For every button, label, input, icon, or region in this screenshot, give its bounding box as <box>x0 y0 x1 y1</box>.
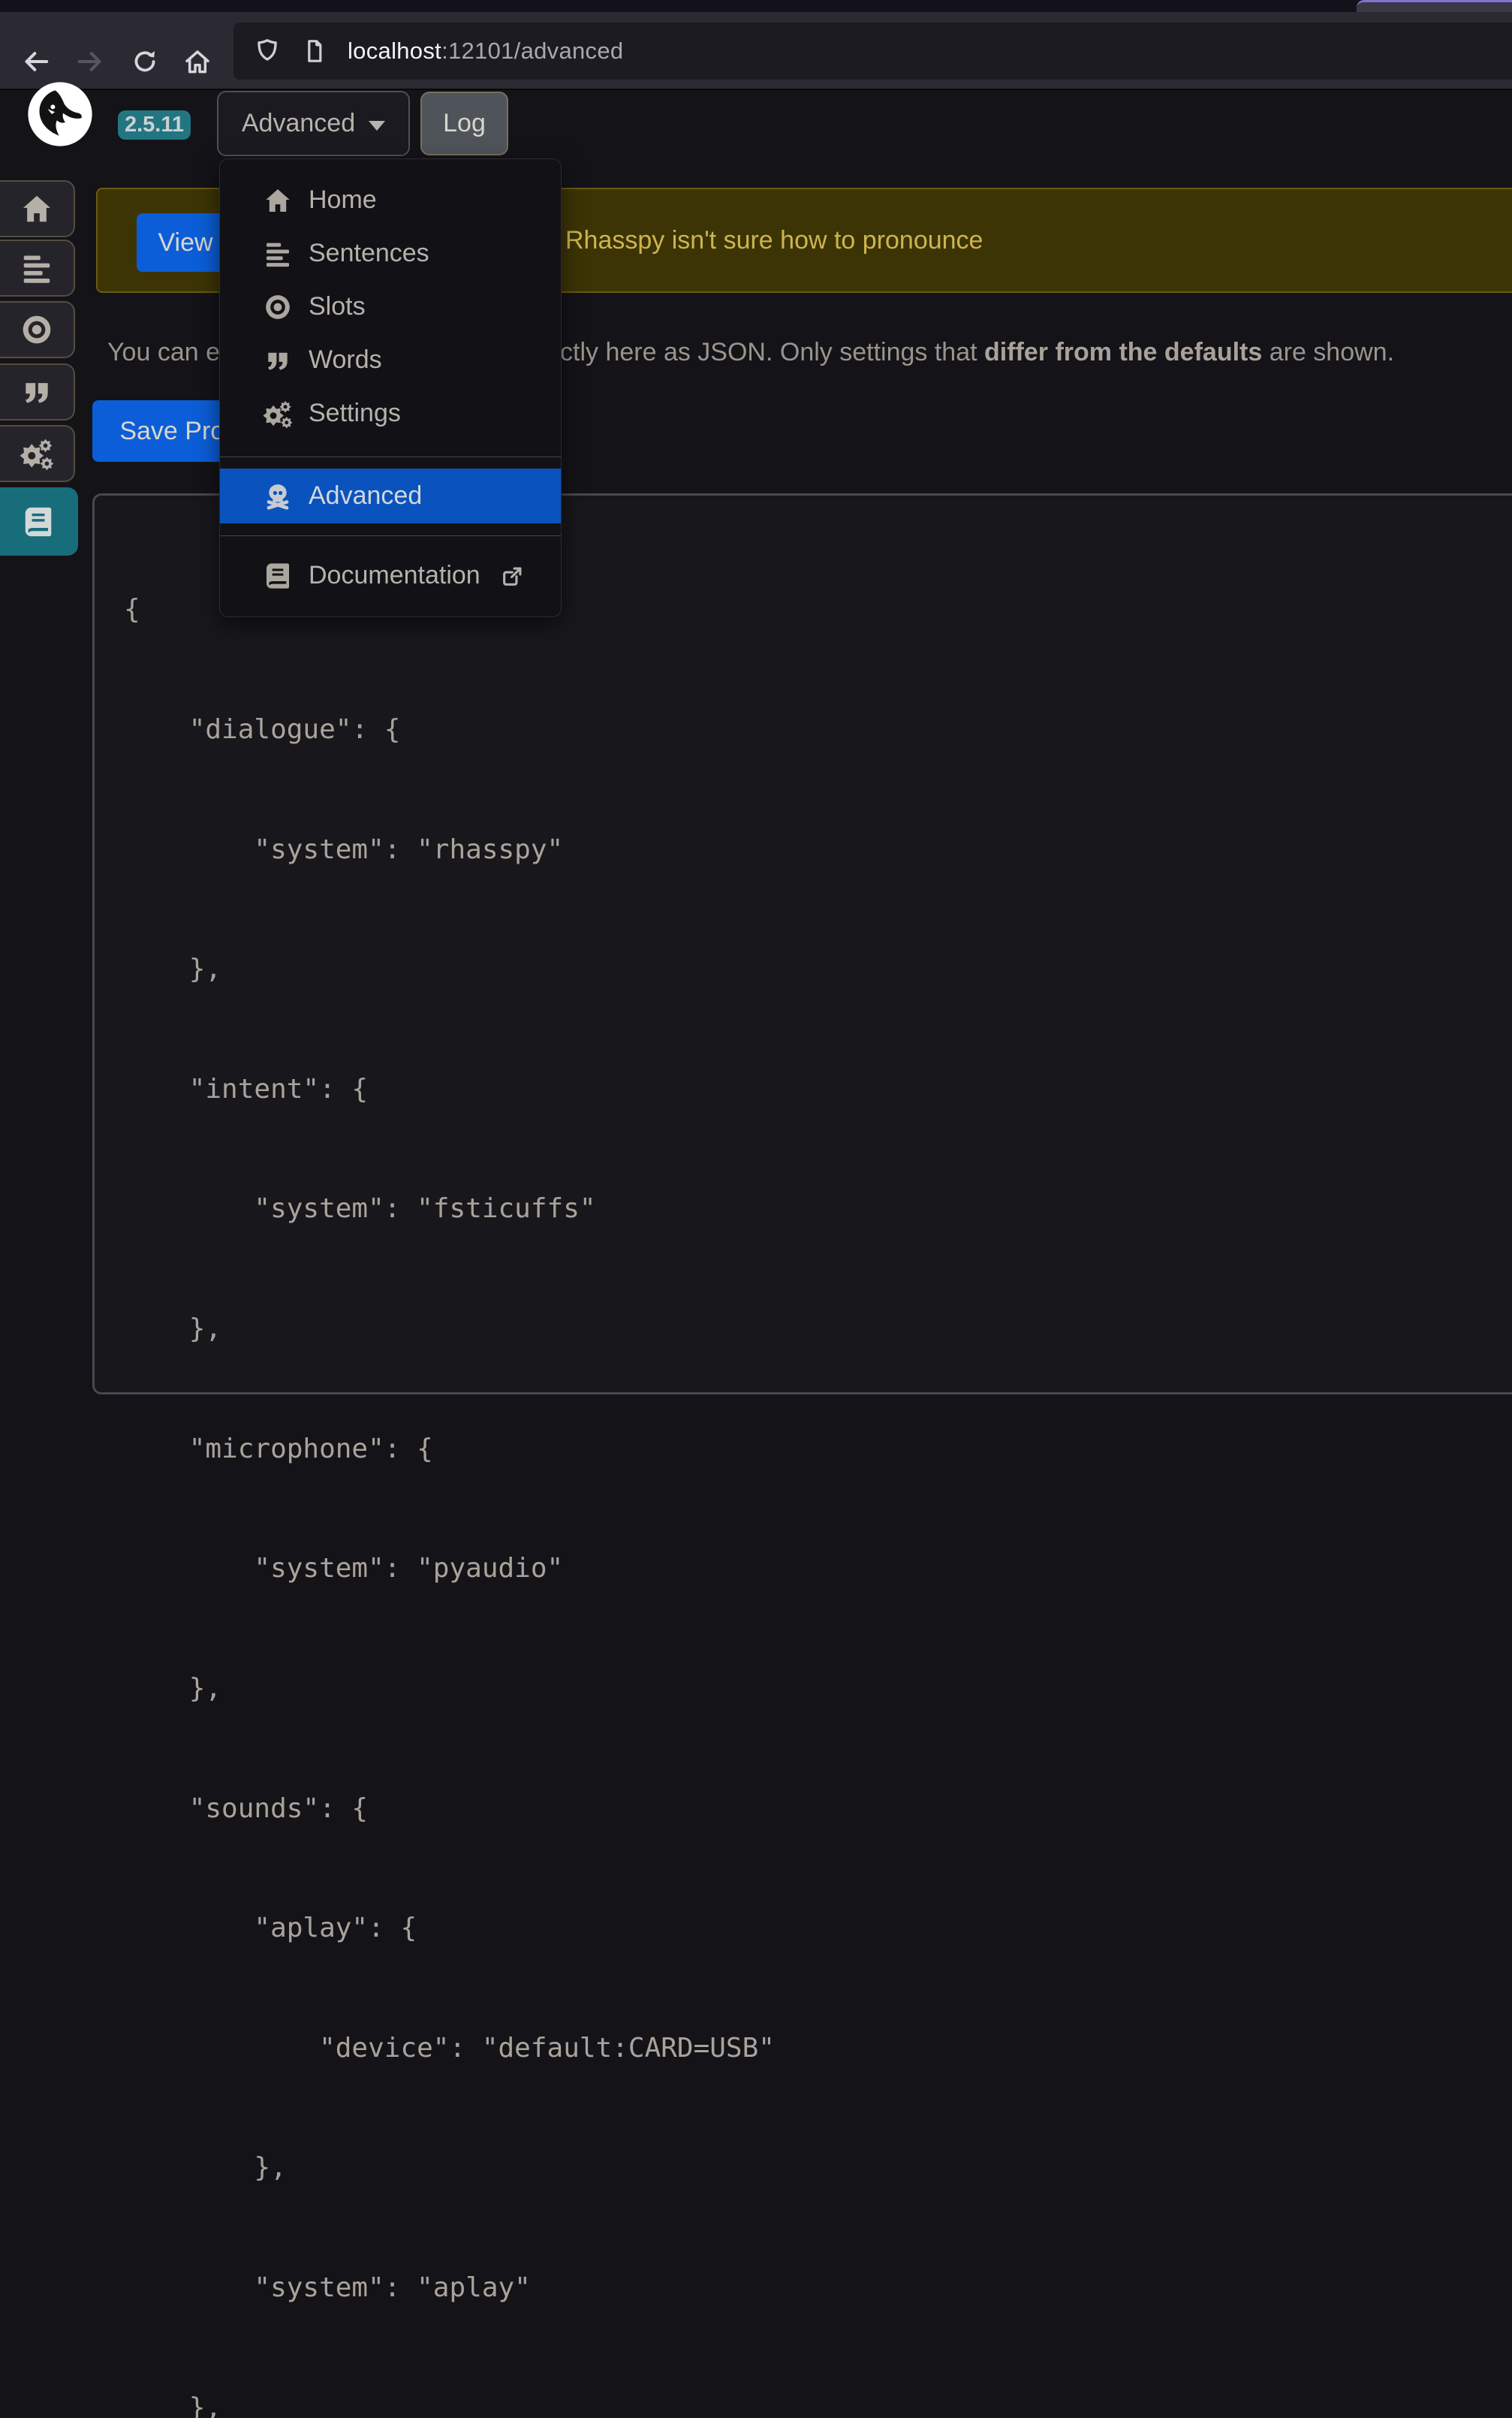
log-button[interactable]: Log <box>420 92 508 155</box>
url-host: localhost <box>348 38 441 64</box>
url-text: localhost:12101/advanced <box>348 38 623 65</box>
menu-item-slots[interactable]: Slots <box>220 280 561 333</box>
code-line: }, <box>124 2388 775 2418</box>
external-link-icon <box>500 563 526 589</box>
book-icon <box>21 505 56 539</box>
menu-item-settings[interactable]: Settings <box>220 387 561 440</box>
intro-text-bold: differ from the defaults <box>984 338 1262 366</box>
menu-item-documentation[interactable]: Documentation <box>220 549 561 602</box>
home-icon <box>182 47 212 77</box>
words-icon <box>20 375 53 409</box>
url-path: :12101/advanced <box>441 38 623 64</box>
home-button[interactable] <box>173 38 221 86</box>
slots-icon <box>262 293 294 321</box>
slots-icon <box>20 313 53 346</box>
sentences-icon <box>20 251 54 285</box>
settings-icon <box>262 398 294 430</box>
code-line: "intent": { <box>124 1069 775 1109</box>
profile-json-code: { "dialogue": { "system": "rhasspy" }, "… <box>124 510 775 2418</box>
home-icon <box>20 191 54 226</box>
sidebar-item-home[interactable] <box>0 180 75 237</box>
code-line: "system": "pyaudio" <box>124 1548 775 1588</box>
browser-active-tab[interactable] <box>1357 0 1512 12</box>
skull-icon <box>262 481 294 511</box>
forward-button[interactable] <box>66 38 114 86</box>
code-line: "system": "aplay" <box>124 2268 775 2308</box>
sidebar-item-documentation[interactable] <box>0 487 78 556</box>
sidebar-item-slots[interactable] <box>0 301 75 358</box>
version-badge: 2.5.11 <box>118 110 191 140</box>
reload-button[interactable] <box>121 38 169 86</box>
back-button[interactable] <box>12 38 60 86</box>
code-line: "system": "rhasspy" <box>124 830 775 870</box>
sentences-icon <box>262 239 294 269</box>
menu-item-advanced[interactable]: Advanced <box>220 469 561 523</box>
back-icon <box>21 47 51 77</box>
menu-item-home[interactable]: Home <box>220 173 561 227</box>
url-bar[interactable]: localhost:12101/advanced <box>233 23 1512 80</box>
sidebar-item-settings[interactable] <box>0 425 75 482</box>
code-line: }, <box>124 2148 775 2187</box>
home-icon <box>262 185 294 216</box>
code-line: "microphone": { <box>124 1429 775 1469</box>
code-line: }, <box>124 1309 775 1349</box>
code-line: "sounds": { <box>124 1789 775 1829</box>
page-dropdown-menu: Home Sentences Slots Words Settings Adva… <box>219 158 562 617</box>
menu-item-sentences[interactable]: Sentences <box>220 227 561 280</box>
code-line: "aplay": { <box>124 1908 775 1948</box>
reload-icon <box>131 47 159 76</box>
browser-toolbar: localhost:12101/advanced <box>0 12 1512 90</box>
page-info-icon[interactable] <box>301 38 328 65</box>
rhasspy-logo[interactable] <box>27 81 93 147</box>
rhasspy-logo-icon <box>27 81 93 147</box>
sidebar-item-sentences[interactable] <box>0 240 75 297</box>
forward-icon <box>75 47 105 77</box>
menu-divider <box>220 535 561 536</box>
book-icon <box>262 561 294 591</box>
sidebar-item-words[interactable] <box>0 363 75 421</box>
code-line: }, <box>124 1669 775 1708</box>
shield-icon[interactable] <box>253 37 282 65</box>
warning-message: Rhasspy isn't sure how to pronounce <box>565 189 983 291</box>
code-line: "dialogue": { <box>124 710 775 749</box>
intro-text-right: ctly here as JSON. Only settings that di… <box>560 338 1394 367</box>
words-icon <box>262 346 294 375</box>
page-select-label: Advanced <box>242 109 355 138</box>
settings-icon <box>19 436 55 472</box>
code-line: "system": "fsticuffs" <box>124 1189 775 1229</box>
menu-item-words[interactable]: Words <box>220 333 561 387</box>
code-line: }, <box>124 949 775 989</box>
profile-json-editor[interactable]: { "dialogue": { "system": "rhasspy" }, "… <box>92 493 1512 1394</box>
browser-tabstrip <box>0 0 1512 12</box>
code-line: "device": "default:CARD=USB" <box>124 2028 775 2068</box>
page-select-dropdown[interactable]: Advanced <box>217 91 410 156</box>
chevron-down-icon <box>369 121 385 131</box>
